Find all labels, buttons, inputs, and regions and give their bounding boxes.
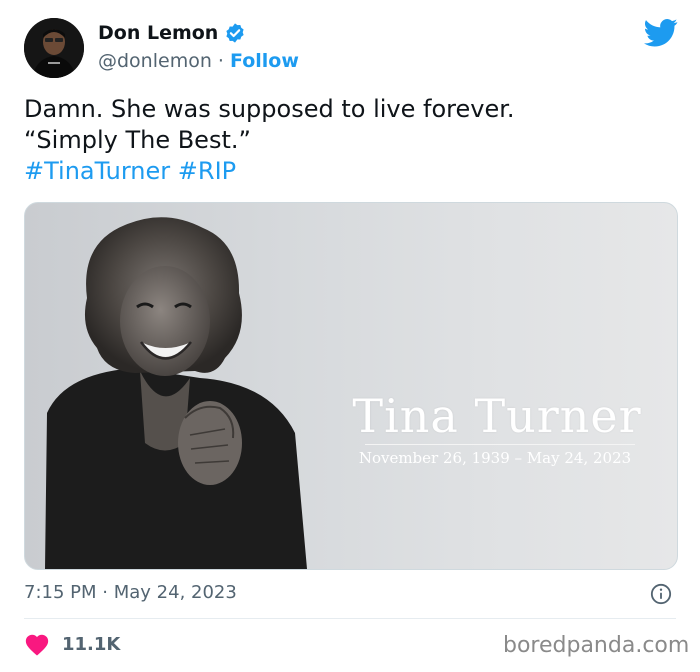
tweet-line-2: “Simply The Best.”	[24, 126, 251, 154]
timestamp-separator: ·	[102, 582, 108, 603]
photo-title: Tina Turner	[352, 389, 642, 443]
author-handle-row: @donlemon · Follow	[98, 50, 299, 72]
photo-divider	[365, 444, 635, 445]
tweet-hashtags: #TinaTurner #RIP	[24, 156, 674, 187]
hashtag-rip[interactable]: #RIP	[178, 157, 236, 185]
like-button[interactable]: 11.1K	[24, 632, 120, 656]
author-avatar[interactable]	[24, 18, 84, 78]
hashtag-tinaturner[interactable]: #TinaTurner	[24, 157, 170, 185]
tweet-line-1: Damn. She was supposed to live forever.	[24, 95, 515, 123]
tweet-media[interactable]: Tina Turner November 26, 1939 – May 24, …	[24, 202, 678, 570]
timestamp-date: May 24, 2023	[113, 582, 237, 603]
avatar-image	[24, 18, 84, 78]
author-handle[interactable]: @donlemon	[98, 50, 212, 72]
heart-icon	[25, 634, 49, 656]
source-watermark: boredpanda.com	[503, 633, 690, 658]
timestamp-time: 7:15 PM	[24, 582, 97, 603]
info-icon[interactable]	[650, 583, 672, 605]
handle-separator: ·	[217, 50, 224, 72]
twitter-bird-icon[interactable]	[644, 18, 678, 48]
photo-dates: November 26, 1939 – May 24, 2023	[358, 449, 632, 467]
verified-badge-icon	[226, 23, 244, 43]
tweet-text: Damn. She was supposed to live forever. …	[24, 94, 674, 187]
author-name-row[interactable]: Don Lemon	[98, 22, 246, 44]
portrait-photo	[45, 217, 307, 569]
tweet-timestamp[interactable]: 7:15 PM · May 24, 2023	[24, 582, 237, 603]
author-name[interactable]: Don Lemon	[98, 22, 218, 44]
like-count: 11.1K	[62, 633, 121, 655]
follow-button[interactable]: Follow	[230, 50, 299, 72]
footer-divider	[24, 618, 676, 619]
